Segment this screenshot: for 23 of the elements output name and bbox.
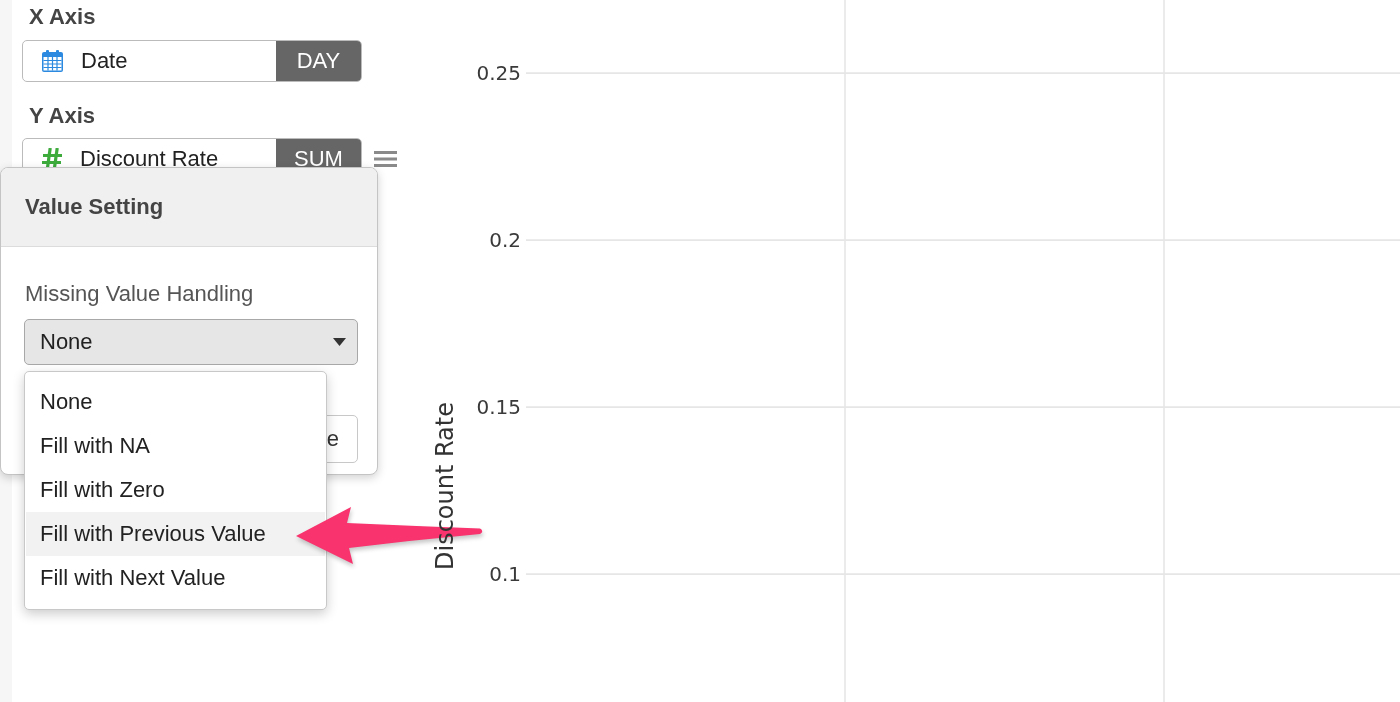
dropdown-option[interactable]: Fill with Zero — [26, 468, 325, 512]
dropdown-option[interactable]: Fill with NA — [26, 424, 325, 468]
popover-title: Value Setting — [25, 194, 164, 220]
caret-icon — [333, 338, 346, 346]
y-tick-label: 0.2 — [489, 228, 521, 253]
dropdown-option[interactable]: Fill with Next Value — [26, 556, 325, 600]
section-title: Y Axis — [29, 104, 96, 128]
y-tick-label: 0.1 — [489, 562, 521, 587]
y-tick-label: 0.25 — [476, 61, 521, 86]
calendar-icon — [42, 50, 63, 72]
hash-icon — [42, 148, 62, 170]
field-name: Date — [81, 48, 128, 74]
aggregation-button[interactable]: DAY — [276, 41, 361, 81]
y-axis-title: Discount Rate — [431, 402, 459, 570]
field-label: Missing Value Handling — [25, 282, 254, 306]
section-title: X Axis — [29, 5, 96, 29]
dropdown-option[interactable]: None — [26, 380, 325, 424]
dropdown-option[interactable]: Fill with Previous Value — [26, 512, 325, 556]
dropdown-select[interactable]: None — [24, 319, 358, 365]
menu-icon[interactable] — [374, 151, 397, 167]
y-tick-label: 0.15 — [476, 395, 521, 420]
column-field[interactable]: Date DAY — [22, 40, 362, 82]
field-name: Discount Rate — [80, 146, 219, 172]
